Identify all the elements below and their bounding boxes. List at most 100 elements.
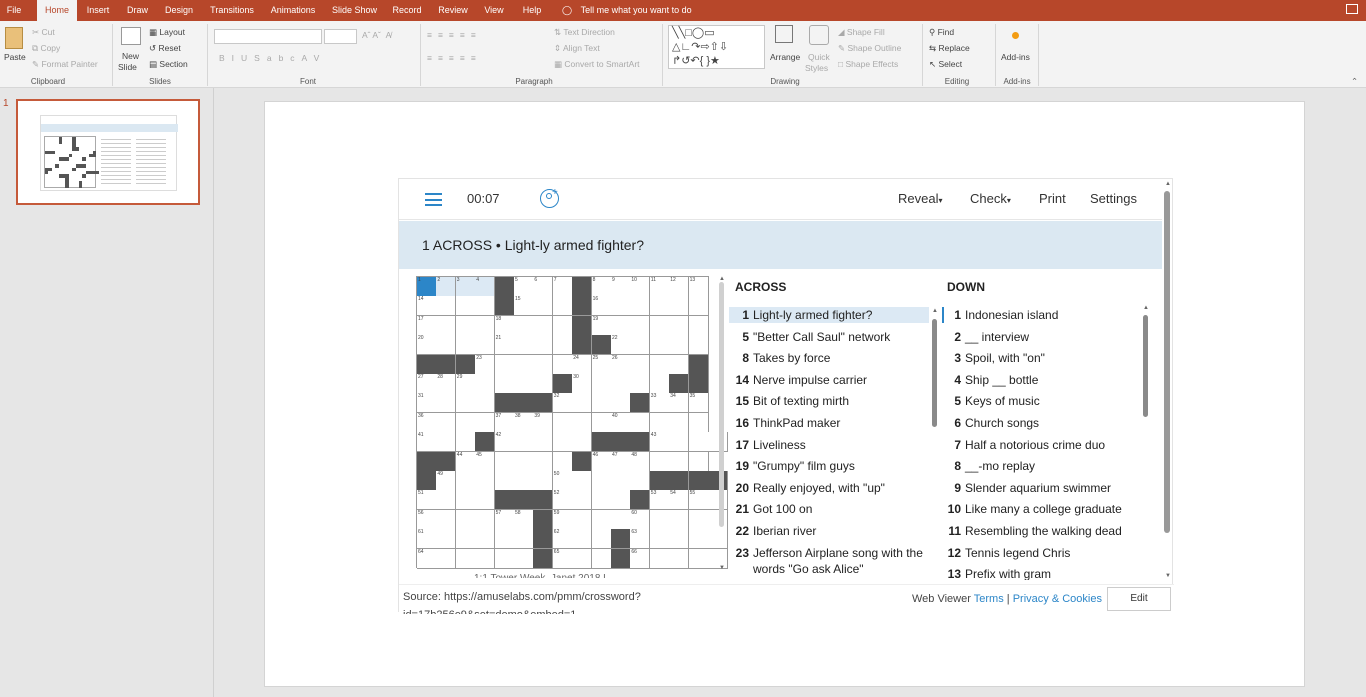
grid-cell[interactable] bbox=[630, 374, 651, 394]
grid-cell[interactable] bbox=[669, 432, 690, 453]
grid-cell[interactable]: 37 bbox=[494, 412, 515, 433]
quick-styles-button[interactable]: Quick bbox=[808, 52, 830, 62]
page-scroll-down[interactable]: ▼ bbox=[1165, 573, 1171, 579]
grid-cell[interactable]: 7 bbox=[552, 277, 573, 297]
grid-cell[interactable] bbox=[591, 509, 612, 530]
grid-cell[interactable]: 18 bbox=[494, 315, 515, 336]
grid-cell[interactable] bbox=[688, 509, 709, 530]
grid-scroll-down[interactable]: ▼ bbox=[719, 565, 725, 571]
grid-cell[interactable] bbox=[475, 529, 496, 550]
grid-cell[interactable] bbox=[630, 412, 651, 433]
grid-cell[interactable] bbox=[475, 296, 496, 317]
grid-cell[interactable] bbox=[455, 315, 476, 336]
grid-cell[interactable]: 47 bbox=[611, 451, 631, 472]
shape-outline-button[interactable]: ✎ Shape Outline bbox=[838, 43, 901, 54]
grid-cell[interactable]: 39 bbox=[533, 412, 554, 433]
grid-cell[interactable]: 17 bbox=[417, 315, 437, 336]
down-clue-item[interactable]: 1 Indonesian island bbox=[944, 308, 1058, 322]
down-clue-item[interactable]: 10 Like many a college graduate bbox=[944, 502, 1122, 516]
paste-button[interactable]: Paste bbox=[4, 52, 26, 62]
tab-insert[interactable]: Insert bbox=[80, 0, 116, 21]
grid-cell[interactable] bbox=[494, 471, 515, 491]
grid-cell[interactable]: 2 bbox=[436, 277, 457, 297]
grid-cell[interactable] bbox=[630, 315, 651, 336]
grid-cell[interactable] bbox=[669, 412, 690, 433]
down-clue-list[interactable]: 1 Indonesian island 2 __ interview 3 Spoil, w… bbox=[944, 308, 1144, 580]
format-painter-button[interactable]: ✎ Format Painter bbox=[32, 59, 98, 70]
grid-cell[interactable]: 22 bbox=[611, 335, 631, 356]
grid-cell[interactable] bbox=[533, 374, 554, 394]
grid-cell[interactable]: 11 bbox=[649, 277, 670, 297]
grid-cell[interactable]: 28 bbox=[436, 374, 457, 394]
grid-cell[interactable] bbox=[436, 490, 457, 511]
grid-cell[interactable] bbox=[669, 451, 690, 472]
grid-cell[interactable]: 13 bbox=[688, 277, 709, 297]
grid-cell[interactable] bbox=[708, 529, 728, 550]
grid-cell[interactable] bbox=[436, 548, 457, 569]
grid-cell[interactable]: 66 bbox=[630, 548, 651, 569]
tab-draw[interactable]: Draw bbox=[120, 0, 155, 21]
down-clue-item[interactable]: 4 Ship __ bottle bbox=[944, 373, 1038, 387]
tab-design[interactable]: Design bbox=[158, 0, 200, 21]
grid-cell[interactable] bbox=[475, 335, 496, 356]
grid-cell[interactable]: 14 bbox=[417, 296, 437, 317]
grid-cell[interactable] bbox=[630, 471, 651, 491]
font-size-field[interactable] bbox=[324, 29, 357, 44]
across-clue-item[interactable]: 14 Nerve impulse carrier bbox=[729, 373, 867, 387]
grid-cell[interactable]: 10 bbox=[630, 277, 651, 297]
grid-cell[interactable] bbox=[514, 451, 534, 472]
grid-cell[interactable] bbox=[649, 335, 670, 356]
grid-cell[interactable] bbox=[552, 315, 573, 336]
grid-cell[interactable] bbox=[533, 354, 554, 375]
grid-cell[interactable]: 32 bbox=[552, 393, 573, 414]
down-clue-item[interactable]: 11 Resembling the walking dead bbox=[944, 524, 1121, 538]
across-clue-item[interactable]: 23 Jefferson Airplane song with the bbox=[729, 546, 923, 560]
across-clue-item[interactable]: 1 Light-ly armed fighter? bbox=[729, 308, 872, 322]
grid-cell[interactable]: 26 bbox=[611, 354, 631, 375]
grid-cell[interactable] bbox=[611, 509, 631, 530]
grid-cell[interactable] bbox=[455, 548, 476, 569]
grid-cell[interactable] bbox=[455, 432, 476, 453]
grid-cell[interactable] bbox=[649, 529, 670, 550]
grid-cell[interactable]: 49 bbox=[436, 471, 457, 491]
grid-cell[interactable] bbox=[455, 529, 476, 550]
down-clue-item[interactable]: 7 Half a notorious crime duo bbox=[944, 438, 1105, 452]
grid-cell[interactable]: 43 bbox=[649, 432, 670, 453]
tab-review[interactable]: Review bbox=[432, 0, 474, 21]
grid-cell[interactable]: 46 bbox=[591, 451, 612, 472]
grid-cell[interactable] bbox=[708, 490, 728, 511]
grid-cell[interactable] bbox=[649, 296, 670, 317]
grid-cell[interactable]: 48 bbox=[630, 451, 651, 472]
collapse-ribbon-icon[interactable]: ⌃ bbox=[1351, 76, 1358, 87]
grid-cell[interactable] bbox=[494, 451, 515, 472]
shape-fill-button[interactable]: ◢ Shape Fill bbox=[838, 27, 885, 38]
grid-cell[interactable]: 16 bbox=[591, 296, 612, 317]
across-clue-item[interactable]: 16 ThinkPad maker bbox=[729, 416, 841, 430]
terms-link[interactable]: Terms bbox=[974, 593, 1004, 605]
grid-cell[interactable] bbox=[455, 296, 476, 317]
grid-cell[interactable] bbox=[455, 393, 476, 414]
across-clue-item[interactable]: 22 Iberian river bbox=[729, 524, 817, 538]
grid-cell[interactable]: 45 bbox=[475, 451, 496, 472]
grid-cell[interactable] bbox=[494, 548, 515, 569]
grid-cell[interactable] bbox=[436, 529, 457, 550]
grid-cell[interactable] bbox=[591, 471, 612, 491]
align-text-button[interactable]: ⇕ Align Text bbox=[554, 43, 600, 54]
grid-cell[interactable] bbox=[611, 296, 631, 317]
grid-cell[interactable] bbox=[572, 509, 593, 530]
hamburger-menu-icon[interactable] bbox=[425, 193, 442, 206]
grid-cell[interactable] bbox=[572, 432, 593, 453]
grid-cell[interactable]: 42 bbox=[494, 432, 515, 453]
tab-slide-show[interactable]: Slide Show bbox=[326, 0, 383, 21]
grid-cell[interactable] bbox=[533, 315, 554, 336]
grid-cell[interactable]: 56 bbox=[417, 509, 437, 530]
grid-cell[interactable] bbox=[475, 315, 496, 336]
down-clue-item[interactable]: 2 __ interview bbox=[944, 330, 1029, 344]
grid-cell[interactable] bbox=[514, 315, 534, 336]
grid-cell[interactable] bbox=[552, 412, 573, 433]
grid-cell[interactable] bbox=[669, 335, 690, 356]
grid-cell[interactable] bbox=[708, 509, 728, 530]
privacy-link[interactable]: Privacy & Cookies bbox=[1013, 593, 1102, 605]
comments-icon[interactable] bbox=[1346, 4, 1358, 14]
grid-cell[interactable] bbox=[436, 509, 457, 530]
